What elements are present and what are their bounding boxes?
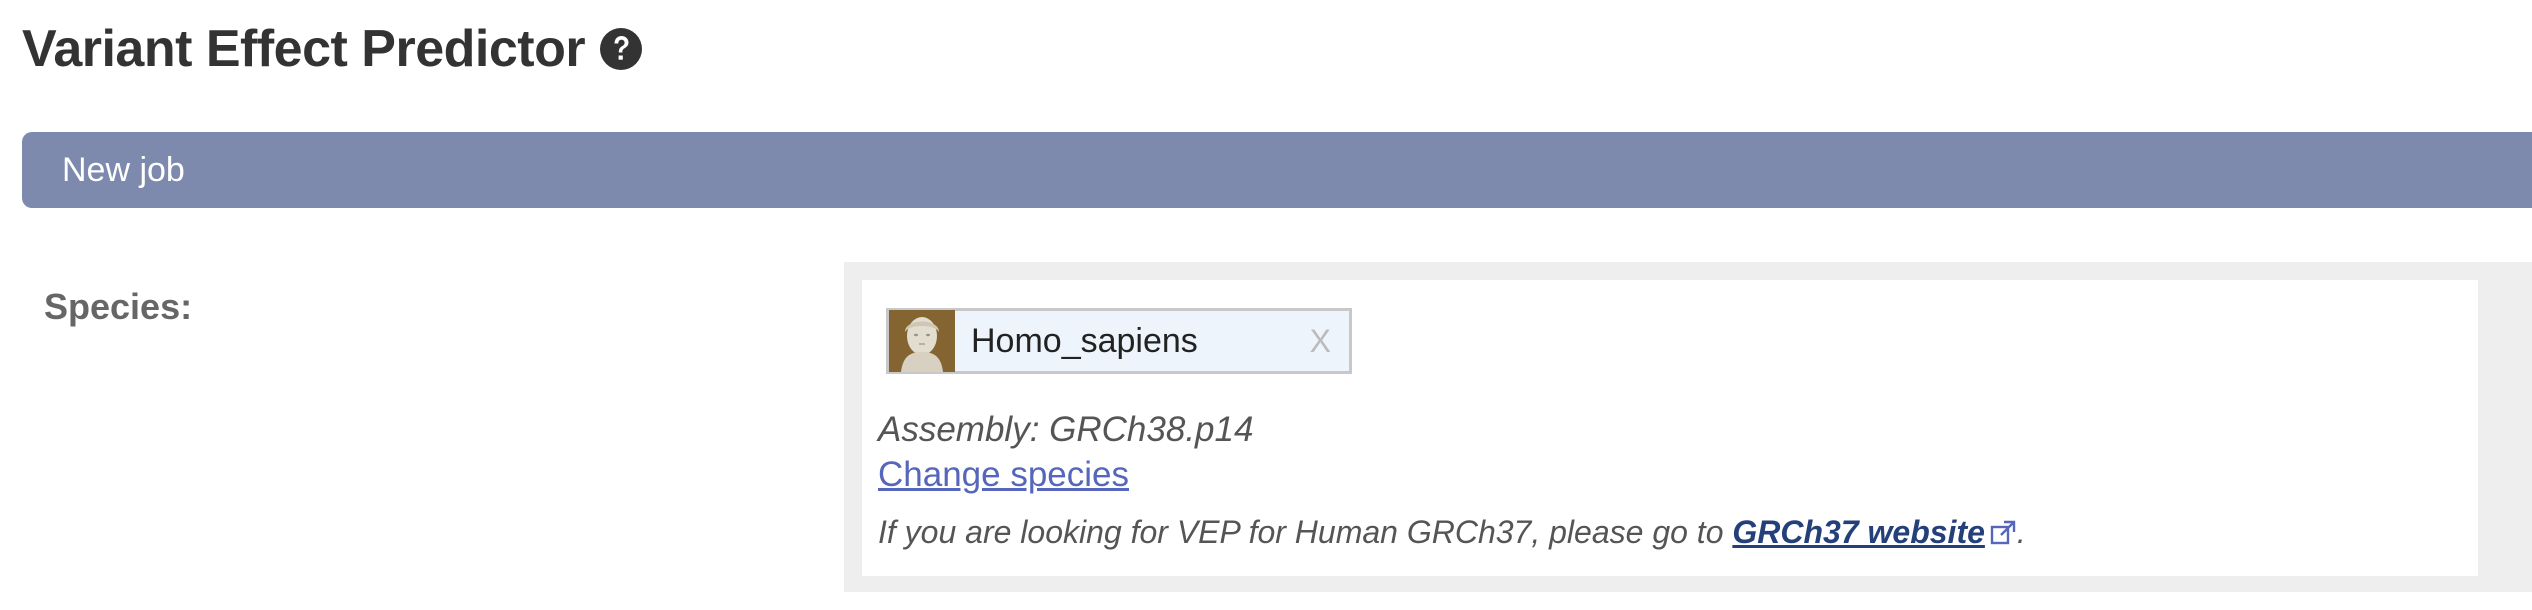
- species-label: Species:: [44, 286, 193, 327]
- species-panel-content: Homo_sapiens X Assembly: GRCh38.p14 Chan…: [862, 280, 2478, 576]
- species-thumbnail: [889, 310, 955, 372]
- grch37-note: If you are looking for VEP for Human GRC…: [878, 514, 2026, 551]
- species-name: Homo_sapiens: [971, 321, 1198, 360]
- selected-species-tag[interactable]: Homo_sapiens X: [886, 308, 1352, 374]
- species-panel: Homo_sapiens X Assembly: GRCh38.p14 Chan…: [844, 262, 2532, 592]
- question-circle-icon[interactable]: [599, 27, 643, 71]
- grch37-note-text: If you are looking for VEP for Human GRC…: [878, 514, 1733, 550]
- page-title: Variant Effect Predictor: [22, 20, 586, 78]
- page-header: Variant Effect Predictor: [22, 14, 643, 84]
- change-species-link[interactable]: Change species: [878, 455, 1129, 495]
- new-job-label: New job: [62, 150, 185, 189]
- external-link-icon: [1990, 520, 2016, 545]
- assembly-text: Assembly: GRCh38.p14: [878, 410, 1254, 449]
- new-job-bar: New job: [22, 132, 2532, 208]
- remove-species-button[interactable]: X: [1310, 323, 1331, 360]
- grch37-website-link[interactable]: GRCh37 website: [1732, 514, 1985, 550]
- grch37-note-suffix: .: [2016, 514, 2026, 550]
